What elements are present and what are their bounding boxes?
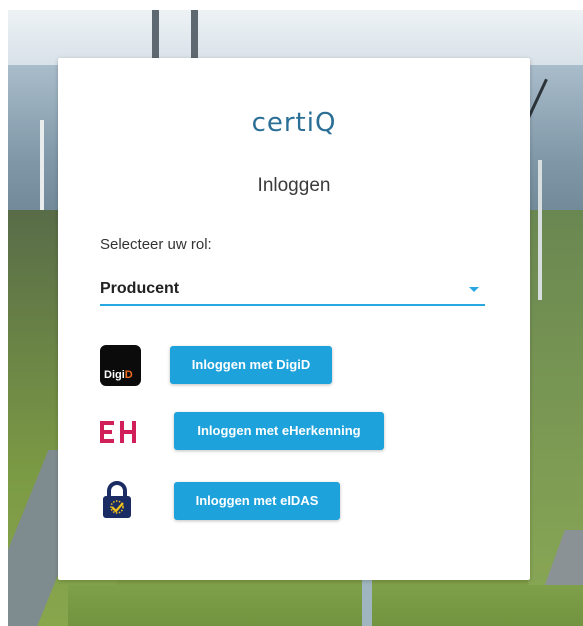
- wind-turbine-tower: [538, 160, 542, 300]
- screen: certiQ Inloggen Selecteer uw rol: Produc…: [0, 0, 583, 626]
- eherkenning-icon: [100, 421, 140, 451]
- login-card: certiQ Inloggen Selecteer uw rol: Produc…: [58, 58, 530, 580]
- chevron-down-icon[interactable]: [469, 287, 479, 292]
- wind-turbine-tower: [362, 578, 372, 626]
- digid-icon-text-accent: D: [124, 369, 133, 381]
- certiq-logo: certiQ: [58, 108, 530, 138]
- page-title: Inloggen: [257, 175, 331, 196]
- login-digid-button[interactable]: Inloggen met DigiD: [170, 346, 332, 384]
- wind-turbine-tower: [152, 10, 159, 60]
- logo-text: certiQ: [251, 108, 337, 138]
- login-eidas-button[interactable]: Inloggen met eIDAS: [174, 482, 340, 520]
- digid-icon-text: Digi: [104, 369, 125, 381]
- wind-turbine-tower: [191, 10, 198, 60]
- role-label: Selecteer uw rol:: [100, 236, 212, 253]
- eidas-lock-icon: [102, 481, 132, 524]
- field-bottom: [68, 585, 583, 626]
- digid-icon: DigiD: [100, 345, 141, 386]
- wind-turbine-tower: [40, 120, 44, 210]
- role-select-value: Producent: [100, 280, 180, 297]
- login-eherkenning-button[interactable]: Inloggen met eHerkenning: [174, 412, 384, 450]
- role-select[interactable]: Producent: [100, 274, 485, 306]
